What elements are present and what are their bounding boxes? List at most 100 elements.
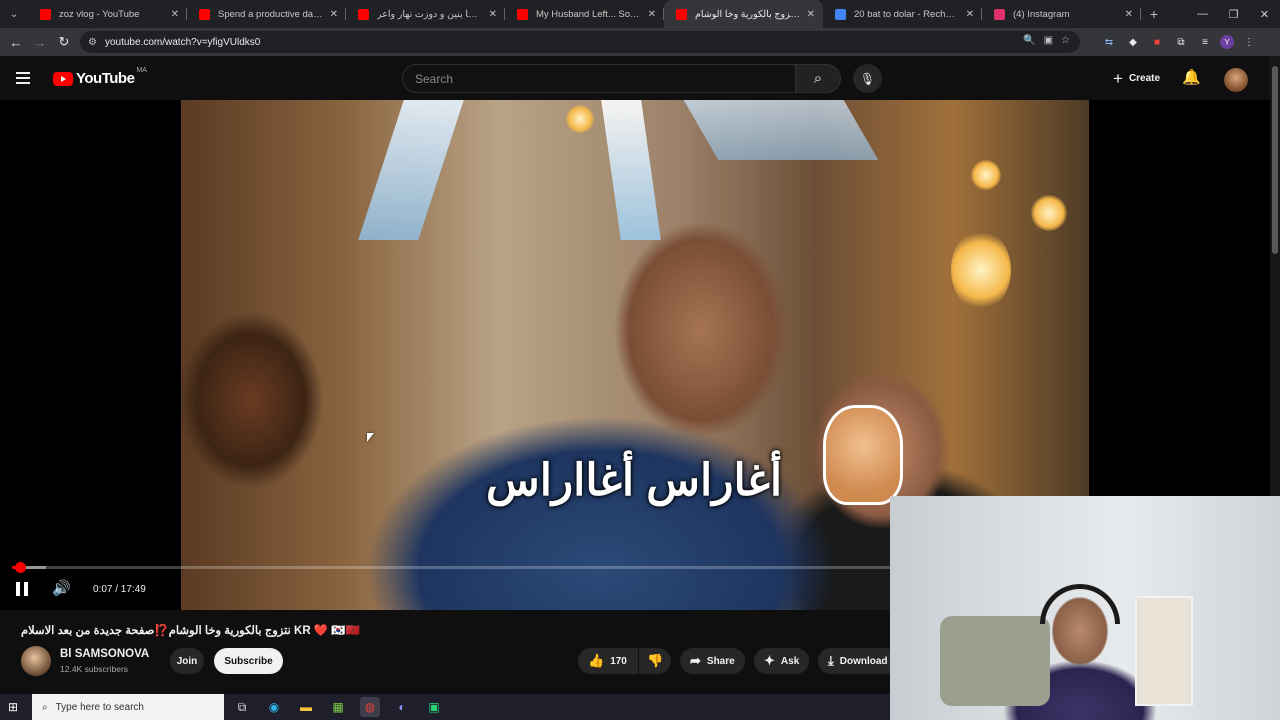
join-button[interactable]: Join	[170, 648, 204, 674]
browser-tab[interactable]: 20 bat to dolar - Recherche Go ✕	[823, 0, 982, 28]
browser-tab[interactable]: My Husband Left... So I Spent ✕	[505, 0, 664, 28]
account-avatar[interactable]	[1224, 68, 1248, 92]
window-controls: — ❐ ✕	[1187, 0, 1280, 28]
cat-sticker	[823, 405, 903, 505]
zoom-icon[interactable]: 🔍	[1023, 35, 1035, 46]
webcam-chair	[940, 616, 1050, 706]
channel-name[interactable]: Bl SAMSONOVA	[60, 648, 149, 660]
share-arrow-icon: ➦	[690, 653, 701, 668]
minimize-button[interactable]: —	[1187, 0, 1218, 28]
like-button[interactable]: 👍 170	[578, 648, 638, 674]
lamp-glow	[1031, 195, 1067, 231]
screen: ⌄ zoz vlog - YouTube ✕ Spend a productive …	[0, 0, 1280, 720]
browser-tab[interactable]: (4) Instagram ✕	[982, 0, 1141, 28]
tab-favicon-icon	[676, 8, 687, 20]
tab-favicon-icon	[40, 8, 51, 20]
media-controls-icon[interactable]: ≡	[1196, 33, 1214, 51]
tab-close-icon[interactable]: ✕	[966, 9, 974, 20]
edge-browser-icon[interactable]: ◉	[264, 697, 284, 717]
tab-title: 20 bat to dolar - Recherche Go	[854, 8, 960, 20]
forward-arrow-icon[interactable]: →	[28, 28, 52, 56]
taskbar-apps: ⧉ ◉ ▬ ▦ ◍ ◐ ▣	[232, 697, 444, 717]
cast-icon[interactable]: ▣	[1044, 35, 1053, 46]
lamp-glow	[566, 105, 594, 133]
mouse-cursor-icon	[367, 433, 374, 442]
ask-label: Ask	[780, 655, 800, 667]
app-green-icon[interactable]: ▣	[424, 697, 444, 717]
reload-icon[interactable]: ↻	[52, 28, 76, 56]
tab-close-icon[interactable]: ✕	[171, 9, 179, 20]
taskbar-search[interactable]: ⌕ Type here to search	[32, 694, 224, 720]
volume-icon[interactable]: 🔊	[52, 579, 71, 597]
download-icon: ⤓	[828, 653, 834, 668]
ceiling-light	[358, 100, 464, 240]
search-input[interactable]	[402, 64, 796, 93]
tab-title: طبيت عشا بنين و دوزت نهار واعر	[377, 8, 483, 20]
subscribe-button[interactable]: Subscribe	[214, 648, 283, 674]
extensions-puzzle-icon[interactable]: ⧉	[1172, 33, 1190, 51]
omnibox-actions: 🔍 ▣ ☆	[1023, 35, 1070, 46]
site-info-icon[interactable]: ⚙	[88, 37, 97, 48]
channel-avatar[interactable]	[21, 646, 51, 676]
browser-tab[interactable]: نتزوج بالكورية وخا الوشام⁉️ ✕	[664, 0, 823, 28]
taskbar-search-placeholder: Type here to search	[55, 701, 144, 713]
extension-diamond-icon[interactable]: ◆	[1124, 33, 1142, 51]
tab-favicon-icon	[994, 8, 1005, 20]
chrome-icon[interactable]: ◍	[360, 697, 380, 717]
tab-favicon-icon	[835, 8, 846, 20]
webcam-shelf	[1135, 596, 1193, 706]
youtube-logo[interactable]: YouTube MA	[53, 67, 147, 87]
tab-close-icon[interactable]: ✕	[807, 9, 815, 20]
dislike-button[interactable]: 👎	[639, 648, 671, 674]
menu-hamburger-icon[interactable]	[16, 68, 36, 88]
download-button[interactable]: ⤓ Download	[818, 648, 898, 674]
browser-tab[interactable]: zoz vlog - YouTube ✕	[28, 0, 187, 28]
pause-icon[interactable]	[16, 582, 30, 598]
tab-close-icon[interactable]: ✕	[648, 9, 656, 20]
voice-search-button[interactable]: 🎙	[853, 64, 882, 93]
notifications-bell-icon[interactable]: 🔔	[1182, 68, 1201, 86]
extension-red-icon[interactable]: ■	[1148, 33, 1166, 51]
file-explorer-icon[interactable]: ▬	[296, 697, 316, 717]
webcam-headphones	[1040, 584, 1120, 624]
webcam-overlay	[890, 496, 1280, 720]
ask-button[interactable]: ✦ Ask	[754, 648, 810, 674]
tab-title: My Husband Left... So I Spent	[536, 8, 642, 20]
back-arrow-icon[interactable]: ←	[4, 28, 28, 56]
store-icon[interactable]: ▦	[328, 697, 348, 717]
address-bar[interactable]: ⚙ youtube.com/watch?v=yfigVUldks0 🔍 ▣ ☆	[80, 31, 1080, 53]
download-label: Download	[839, 655, 888, 667]
close-window-button[interactable]: ✕	[1249, 0, 1280, 28]
scrollbar-thumb[interactable]	[1272, 66, 1278, 254]
tab-close-icon[interactable]: ✕	[330, 9, 338, 20]
like-count: 170	[610, 655, 627, 667]
bookmark-star-icon[interactable]: ☆	[1061, 35, 1070, 46]
create-button[interactable]: + Create	[1103, 64, 1170, 93]
maximize-button[interactable]: ❐	[1218, 0, 1249, 28]
tab-separator	[1140, 8, 1141, 20]
windows-start-icon[interactable]: ⊞	[8, 700, 18, 714]
microphone-icon: 🎙	[859, 71, 876, 86]
sparkle-icon: ✦	[764, 653, 775, 668]
translate-extension-icon[interactable]: ⇆	[1100, 33, 1118, 51]
task-view-icon[interactable]: ⧉	[232, 697, 252, 717]
browser-menu-icon[interactable]: ⋮	[1240, 33, 1258, 51]
ceiling-light	[601, 100, 661, 240]
url-text[interactable]: youtube.com/watch?v=yfigVUldks0	[105, 37, 260, 48]
profile-avatar-icon[interactable]: Y	[1220, 35, 1234, 49]
tab-search-icon[interactable]: ⌄	[0, 0, 28, 28]
new-tab-button[interactable]: +	[1141, 6, 1167, 22]
browser-tab[interactable]: Spend a productive day with m ✕	[187, 0, 346, 28]
search-button[interactable]: ⌕	[795, 64, 841, 93]
hanging-lamp	[951, 230, 1011, 310]
tab-favicon-icon	[517, 8, 528, 20]
share-button[interactable]: ➦ Share	[680, 648, 745, 674]
tab-close-icon[interactable]: ✕	[1125, 9, 1133, 20]
browser-tab[interactable]: طبيت عشا بنين و دوزت نهار واعر ✕	[346, 0, 505, 28]
progress-scrubber-handle[interactable]	[15, 562, 27, 573]
discord-icon[interactable]: ◐	[392, 697, 412, 717]
subscriber-count: 12.4K subscribers	[60, 664, 129, 674]
video-title-text: KR ❤️ 🇰🇷🇲🇦 نتزوج بالكورية وخا الوشام⁉️صف…	[21, 625, 360, 637]
tab-close-icon[interactable]: ✕	[489, 9, 497, 20]
logo-wordmark: YouTube	[76, 70, 135, 87]
